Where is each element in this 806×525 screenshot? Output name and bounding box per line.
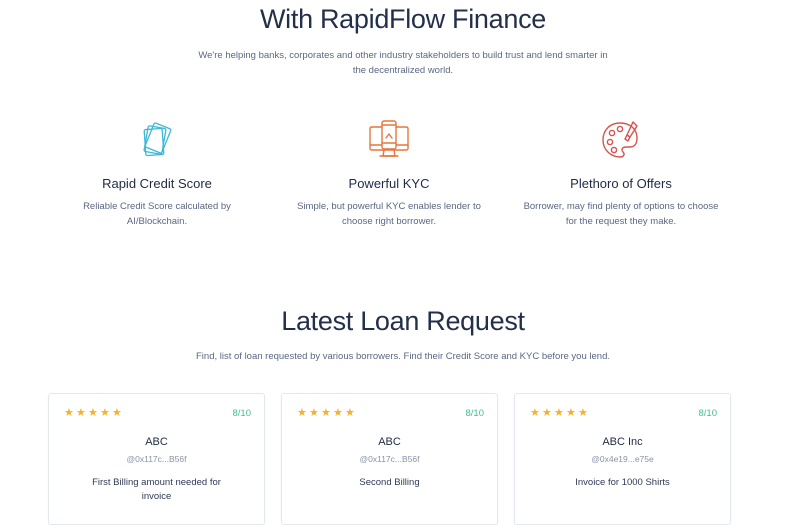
loans-subtitle: Find, list of loan requested by various …	[196, 351, 610, 362]
star-icon: ★	[100, 407, 110, 419]
features-subtitle-line2: the decentralized world.	[352, 65, 454, 76]
star-icon: ★	[64, 407, 74, 419]
rating-score: 8/10	[465, 408, 485, 419]
feature-desc-line2: choose right borrower.	[342, 215, 436, 227]
star-icon: ★	[333, 407, 343, 419]
loan-card[interactable]: ★ ★ ★ ★ ★ 8/10 ABC Inc @0x4e19...e75e Invoic…	[514, 393, 731, 525]
loan-description: Invoice for 1000 Shirts	[535, 476, 710, 490]
rating-score: 8/10	[232, 408, 252, 419]
loan-description: First Billing amount needed for invoice	[69, 476, 244, 504]
feature-kyc: Powerful KYC Simple, but powerful KYC en…	[284, 118, 494, 229]
loan-description-line1: First Billing amount needed for	[92, 477, 221, 488]
star-icon: ★	[76, 407, 86, 419]
star-icon: ★	[309, 407, 319, 419]
feature-desc-line2: AI/Blockchain.	[126, 215, 188, 227]
features-title: With RapidFlow Finance	[259, 4, 546, 34]
star-icon: ★	[554, 407, 564, 419]
cards-icon	[143, 122, 172, 157]
feature-title: Powerful KYC	[348, 176, 430, 191]
borrower-name: ABC	[145, 436, 168, 448]
loan-description-line2: invoice	[141, 491, 172, 502]
feature-title: Rapid Credit Score	[102, 176, 212, 191]
star-icon: ★	[88, 407, 98, 419]
star-icon: ★	[578, 407, 588, 419]
borrower-address: @0x4e19...e75e	[591, 454, 654, 464]
loans-title: Latest Loan Request	[281, 306, 525, 336]
rating-score: 8/10	[698, 408, 718, 419]
feature-desc: Simple, but powerful KYC enables lender …	[284, 200, 494, 229]
borrower-address: @0x117c...B56f	[126, 454, 187, 464]
star-icon: ★	[530, 407, 540, 419]
feature-desc-line2: for the request they make.	[565, 215, 677, 227]
star-icon: ★	[542, 407, 552, 419]
feature-desc-line1: Borrower, may find plenty of options to …	[523, 201, 719, 212]
feature-desc-line1: Reliable Credit Score calculated by	[83, 201, 231, 212]
loan-card[interactable]: ★ ★ ★ ★ ★ 8/10 ABC @0x117c...B56f First Bill…	[48, 393, 265, 525]
feature-offers: Plethoro of Offers Borrower, may find pl…	[516, 118, 726, 229]
rating-stars: ★ ★ ★ ★ ★	[297, 407, 355, 419]
loan-card[interactable]: ★ ★ ★ ★ ★ 8/10 ABC @0x117c...B56f Second Bil…	[281, 393, 498, 525]
borrower-name: ABC	[378, 436, 401, 448]
feature-desc-line1: Simple, but powerful KYC enables lender …	[297, 201, 481, 212]
palette-icon	[602, 121, 638, 158]
loan-description-line1: Invoice for 1000 Shirts	[575, 477, 670, 488]
borrower-name: ABC Inc	[602, 436, 643, 448]
feature-credit-score: Rapid Credit Score Reliable Credit Score…	[52, 118, 262, 229]
star-icon: ★	[112, 407, 122, 419]
star-icon: ★	[321, 407, 331, 419]
feature-title: Plethoro of Offers	[570, 176, 672, 191]
features-subtitle: We're helping banks, corporates and othe…	[150, 48, 656, 78]
loan-description-line1: Second Billing	[359, 477, 420, 488]
monitor-phone-icon	[369, 120, 409, 157]
borrower-address: @0x117c...B56f	[359, 454, 420, 464]
feature-desc: Reliable Credit Score calculated by AI/B…	[52, 200, 262, 229]
star-icon: ★	[297, 407, 307, 419]
rating-stars: ★ ★ ★ ★ ★	[530, 407, 588, 419]
feature-desc: Borrower, may find plenty of options to …	[516, 200, 726, 229]
star-icon: ★	[566, 407, 576, 419]
loan-description: Second Billing	[302, 476, 477, 490]
features-subtitle-line1: We're helping banks, corporates and othe…	[198, 50, 608, 61]
rating-stars: ★ ★ ★ ★ ★	[64, 407, 122, 419]
star-icon: ★	[345, 407, 355, 419]
